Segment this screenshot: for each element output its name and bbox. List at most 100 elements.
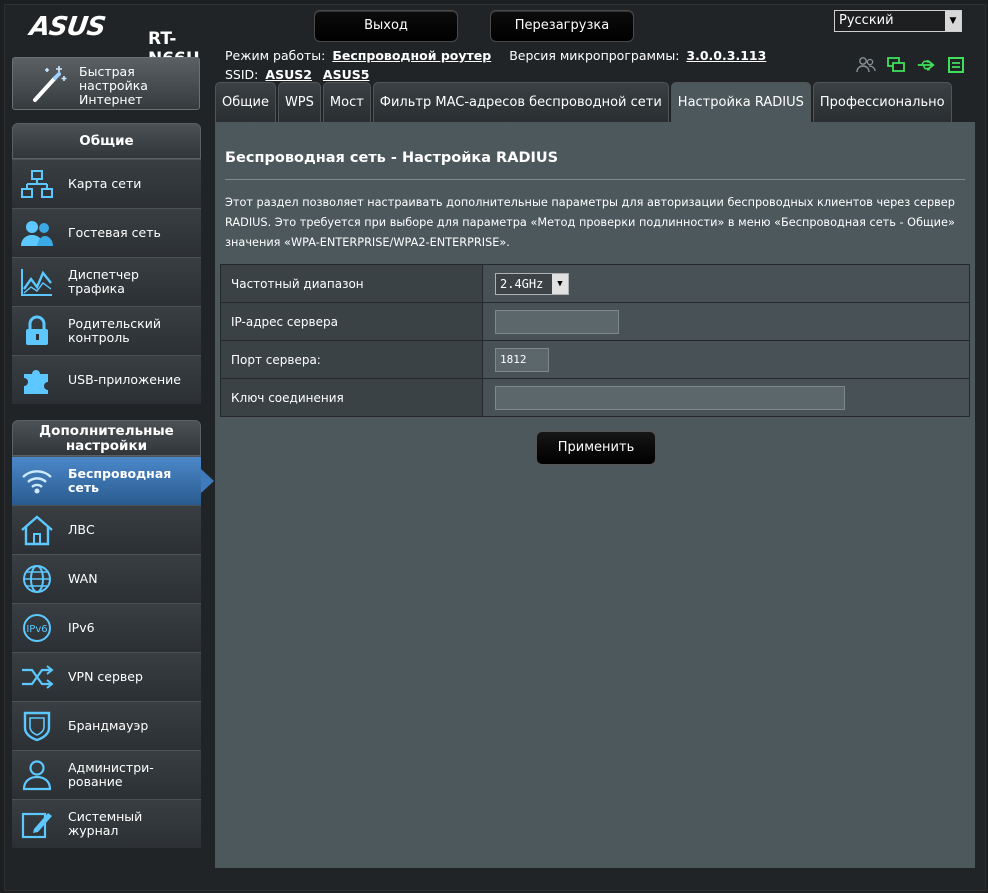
advanced-title-line-2: настройки	[65, 438, 148, 454]
quick-setup-label-3: Интернет	[79, 92, 143, 107]
language-select[interactable]: Русский ▼	[834, 10, 962, 32]
ssid-line: SSID: ASUS2 ASUS5	[225, 67, 369, 82]
server-ip-label: IP-адрес сервера	[220, 302, 483, 341]
sidebar-item-label: Гостевая сеть	[68, 225, 161, 240]
globe-icon	[20, 562, 54, 596]
radius-settings-table: Частотный диапазон 2.4GHz ▼ IP-адрес сер…	[220, 264, 970, 417]
server-port-input[interactable]: 1812	[495, 347, 549, 372]
connection-key-label: Ключ соединения	[220, 378, 483, 417]
log-edit-icon	[20, 807, 54, 841]
sidebar-item-label: VPN сервер	[68, 669, 143, 684]
reboot-button[interactable]: Перезагрузка	[490, 10, 634, 42]
sidebar-item-label: ЛВС	[68, 522, 95, 537]
table-row: Порт сервера: 1812	[220, 340, 970, 379]
sidebar-item-label: IPv6	[68, 620, 95, 635]
tab-wps[interactable]: WPS	[277, 82, 321, 122]
connection-key-cell	[482, 378, 970, 417]
table-row: Ключ соединения	[220, 378, 970, 417]
language-value: Русский	[839, 13, 894, 28]
sidebar-item-label: Диспетчер трафика	[68, 267, 139, 296]
ssid-label: SSID:	[225, 67, 259, 82]
tab-radius-settings[interactable]: Настройка RADIUS	[670, 82, 811, 122]
quick-internet-setup-button[interactable]: Быстрая настройка Интернет	[12, 57, 200, 110]
mode-label: Режим работы:	[225, 48, 326, 63]
logout-button[interactable]: Выход	[314, 10, 458, 42]
sidebar-item-label: Беспроводная сеть	[68, 466, 172, 495]
sidebar-item-label: Системный журнал	[68, 809, 143, 838]
firmware-label: Версия микропрограммы:	[509, 48, 680, 63]
table-row: Частотный диапазон 2.4GHz ▼	[220, 264, 970, 303]
connection-key-input[interactable]	[495, 385, 845, 410]
brand-logo-text: ASUS	[27, 12, 107, 42]
ssid-link-2[interactable]: ASUS5	[323, 67, 370, 82]
shield-icon	[20, 709, 54, 743]
printer-status-icon[interactable]	[946, 56, 966, 74]
band-select-value: 2.4GHz	[500, 276, 544, 291]
tab-professional[interactable]: Профессионально	[812, 82, 952, 122]
tab-mac-filter[interactable]: Фильтр MAC-адресов беспроводной сети	[372, 82, 669, 122]
ssid-link-1[interactable]: ASUS2	[265, 67, 312, 82]
quick-setup-label-1: Быстрая	[79, 64, 135, 79]
home-icon	[20, 513, 54, 547]
sidebar-item-label: WAN	[68, 571, 98, 586]
main-panel: Беспроводная сеть - Настройка RADIUS Это…	[215, 122, 975, 868]
band-label: Частотный диапазон	[220, 264, 483, 303]
sidebar-item-label: Карта сети	[68, 176, 142, 191]
firmware-link[interactable]: 3.0.0.3.113	[686, 48, 766, 63]
guest-network-icon	[20, 216, 54, 250]
wireless-icon	[20, 464, 54, 498]
vpn-icon	[20, 660, 54, 694]
user-icon	[20, 758, 54, 792]
puzzle-icon	[20, 363, 54, 397]
tab-bar: Общие WPS Мост Фильтр MAC-адресов беспро…	[215, 82, 952, 122]
sidebar-item-vpn[interactable]: VPN сервер	[12, 652, 201, 701]
sidebar-item-label: Администри-рование	[68, 760, 154, 789]
server-port-label: Порт сервера:	[220, 340, 483, 379]
mode-link[interactable]: Беспроводной роутер	[332, 48, 491, 63]
title-divider	[225, 179, 965, 180]
band-select[interactable]: 2.4GHz ▼	[495, 272, 569, 295]
sidebar-item-administration[interactable]: Администри-рование	[12, 750, 201, 799]
quick-setup-label-2: настройка	[79, 78, 148, 93]
svg-text:IPv6: IPv6	[26, 624, 47, 635]
traffic-manager-icon	[20, 265, 54, 299]
chevron-down-icon: ▼	[945, 11, 961, 31]
sidebar-item-label: Брандмауэр	[68, 718, 149, 733]
server-port-cell: 1812	[482, 340, 970, 379]
sidebar-item-firewall[interactable]: Брандмауэр	[12, 701, 201, 750]
network-status-icon[interactable]	[886, 56, 906, 74]
tab-general[interactable]: Общие	[215, 82, 276, 122]
lock-icon	[20, 314, 54, 348]
sidebar-item-guest-network[interactable]: Гостевая сеть	[12, 208, 201, 257]
network-map-icon	[20, 167, 54, 201]
page-title: Беспроводная сеть - Настройка RADIUS	[225, 150, 559, 166]
sidebar-item-traffic-manager[interactable]: Диспетчер трафика	[12, 257, 201, 306]
advanced-menu: Дополнительные настройки Беспроводная се…	[12, 420, 214, 848]
usb-status-icon[interactable]	[916, 56, 936, 74]
page-description: Этот раздел позволяет настраивать дополн…	[225, 196, 955, 249]
magic-wand-icon	[29, 64, 69, 108]
sidebar-item-parental-control[interactable]: Родительский контроль	[12, 306, 201, 355]
server-ip-cell	[482, 302, 970, 341]
sidebar-item-label: USB-приложение	[68, 372, 181, 387]
general-menu: Общие Карта сети Гостевая сеть Диспетчер…	[12, 123, 201, 404]
advanced-menu-title: Дополнительные настройки	[12, 420, 201, 456]
asus-logo: ASUS RT-N66U	[27, 12, 200, 69]
sidebar-item-lan[interactable]: ЛВС	[12, 505, 201, 554]
operation-mode-line: Режим работы: Беспроводной роутер Версия…	[225, 48, 766, 63]
chevron-down-icon: ▼	[552, 273, 568, 294]
ipv6-icon: IPv6	[20, 611, 54, 645]
apply-button[interactable]: Применить	[536, 431, 656, 465]
sidebar-item-ipv6[interactable]: IPv6 IPv6	[12, 603, 201, 652]
sidebar-item-usb-app[interactable]: USB-приложение	[12, 355, 201, 404]
status-icons	[856, 56, 966, 74]
table-row: IP-адрес сервера	[220, 302, 970, 341]
server-ip-input[interactable]	[495, 309, 619, 334]
band-cell: 2.4GHz ▼	[482, 264, 970, 303]
tab-bridge[interactable]: Мост	[322, 82, 371, 122]
sidebar-item-wan[interactable]: WAN	[12, 554, 201, 603]
sidebar-item-wireless[interactable]: Беспроводная сеть	[12, 456, 214, 505]
clients-icon[interactable]	[856, 56, 876, 74]
sidebar-item-system-log[interactable]: Системный журнал	[12, 799, 201, 848]
sidebar-item-network-map[interactable]: Карта сети	[12, 159, 201, 208]
